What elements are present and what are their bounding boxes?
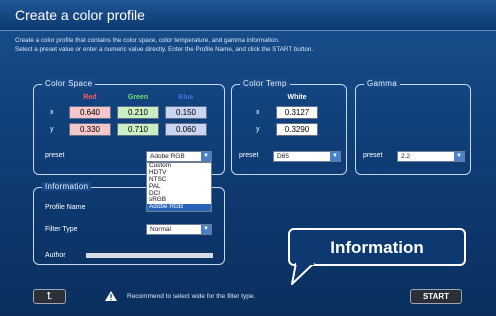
color-temp-y-label: y [256, 126, 260, 133]
color-temp-label: Color Temp [240, 79, 290, 88]
title-bar: Create a color profile [0, 0, 496, 31]
preset-option-selected[interactable]: Adobe RGB [147, 203, 211, 212]
description-line-1: Create a color profile that contains the… [15, 37, 280, 44]
green-y-field[interactable]: 0.710 [117, 123, 159, 136]
color-temp-preset-select[interactable]: D65 ▼ [273, 151, 341, 162]
color-space-preset-value: Adobe RGB [150, 153, 185, 160]
author-field[interactable] [86, 253, 213, 258]
description: Create a color profile that contains the… [15, 37, 485, 54]
color-temp-x-label: x [256, 109, 260, 116]
color-space-preset-select[interactable]: Adobe RGB ▼ [146, 151, 212, 162]
callout-text: Information [330, 238, 424, 257]
blue-header: Blue [178, 94, 194, 101]
color-space-preset-label: preset [45, 152, 65, 159]
information-label: Information [42, 182, 92, 191]
blue-x-field[interactable]: 0.150 [165, 106, 207, 119]
start-button[interactable]: START [410, 289, 462, 304]
callout-pointer [291, 263, 315, 285]
warning-text: Recommend to select wide for the filter … [127, 293, 256, 300]
white-header: White [287, 94, 307, 101]
filter-type-select[interactable]: Normal ▼ [146, 224, 212, 235]
red-x-field[interactable]: 0.640 [69, 106, 111, 119]
author-label: Author [45, 252, 66, 259]
color-space-label: Color Space [42, 79, 96, 88]
chevron-down-icon[interactable]: ▼ [201, 152, 211, 161]
filter-type-label: Filter Type [45, 226, 78, 233]
gamma-label: Gamma [364, 79, 400, 88]
color-space-preset-dropdown[interactable]: Custom HDTV NTSC PAL DCI sRGB Adobe RGB [146, 162, 212, 213]
red-y-field[interactable]: 0.330 [69, 123, 111, 136]
color-temp-preset-value: D65 [277, 153, 289, 160]
color-temp-preset-label: preset [239, 152, 259, 159]
chevron-down-icon[interactable]: ▼ [201, 225, 211, 234]
chevron-down-icon[interactable]: ▼ [330, 152, 340, 161]
profile-name-label: Profile Name [45, 204, 86, 211]
green-header: Green [127, 94, 149, 101]
green-x-field[interactable]: 0.210 [117, 106, 159, 119]
color-space-y-label: y [50, 126, 54, 133]
warning-icon [105, 291, 117, 301]
app-window: Create a color profile Create a color pr… [0, 0, 496, 316]
white-y-field[interactable]: 0.3290 [276, 123, 318, 136]
information-callout: Information [288, 228, 466, 266]
back-arrow-icon: ⮤ [46, 291, 53, 302]
blue-y-field[interactable]: 0.060 [165, 123, 207, 136]
back-button[interactable]: ⮤ [33, 289, 66, 304]
red-header: Red [83, 94, 97, 101]
window-title: Create a color profile [15, 7, 145, 23]
gamma-preset-value: 2.2 [401, 153, 411, 160]
description-line-2: Select a preset value or enter a numeric… [15, 45, 314, 53]
color-space-x-label: x [50, 109, 54, 116]
gamma-preset-select[interactable]: 2.2 ▼ [397, 151, 465, 162]
white-x-field[interactable]: 0.3127 [276, 106, 318, 119]
filter-type-value: Normal [150, 226, 171, 233]
chevron-down-icon[interactable]: ▼ [454, 152, 464, 161]
gamma-preset-label: preset [363, 152, 383, 159]
